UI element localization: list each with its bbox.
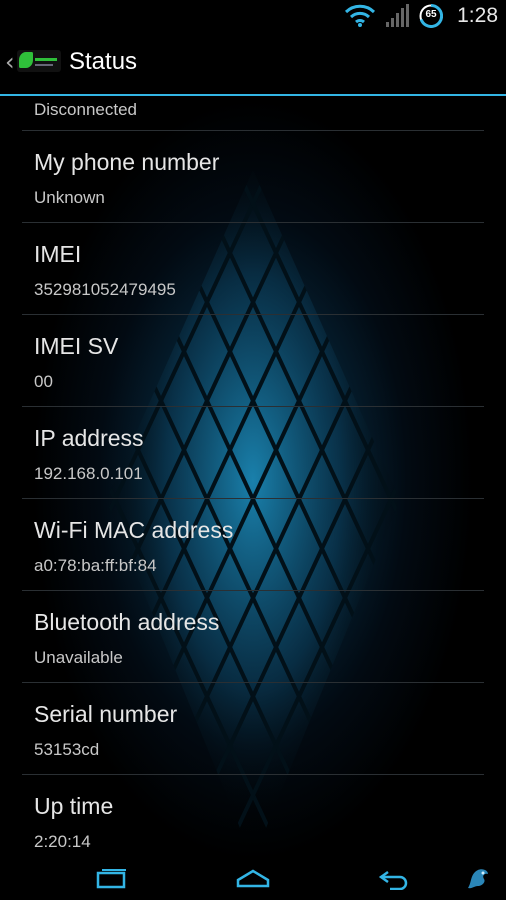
item-value: Unavailable [34, 648, 123, 667]
list-item-serial[interactable]: Serial number 53153cd [22, 683, 484, 775]
app-icon[interactable] [17, 50, 61, 72]
battery-level: 65 [425, 9, 437, 20]
list-item-wifi-mac[interactable]: Wi-Fi MAC address a0:78:ba:ff:bf:84 [22, 499, 484, 591]
back-icon[interactable] [378, 868, 410, 890]
status-list-container[interactable]: Disconnected My phone number Unknown IME… [0, 96, 506, 856]
home-icon[interactable] [236, 868, 270, 890]
status-list: Disconnected My phone number Unknown IME… [0, 96, 506, 856]
item-label: My phone number [34, 149, 220, 175]
battery-icon: 65 [419, 3, 444, 28]
list-item-phone-number[interactable]: My phone number Unknown [22, 131, 484, 223]
item-label: IP address [34, 425, 144, 451]
page-title: Status [69, 48, 138, 75]
clock: 1:28 [457, 4, 498, 27]
recent-apps-icon[interactable] [96, 868, 128, 890]
item-label: IMEI SV [34, 333, 119, 359]
status-bar: 65 1:28 [0, 0, 506, 32]
wifi-icon [344, 4, 376, 27]
list-item-imei-sv[interactable]: IMEI SV 00 [22, 315, 484, 407]
list-item-bluetooth[interactable]: Bluetooth address Unavailable [22, 591, 484, 683]
dragon-icon[interactable] [464, 864, 492, 892]
up-chevron-icon[interactable]: ‹ [5, 48, 15, 76]
list-item-connection[interactable]: Disconnected [22, 96, 484, 131]
navigation-bar [0, 856, 506, 900]
item-label: Wi-Fi MAC address [34, 517, 234, 543]
list-item-uptime[interactable]: Up time 2:20:14 [22, 775, 484, 856]
item-value: 2:20:14 [34, 832, 91, 851]
item-label: Up time [34, 793, 114, 819]
item-label: IMEI [34, 241, 82, 267]
signal-icon [386, 4, 409, 27]
item-value: 192.168.0.101 [34, 464, 143, 483]
item-value: Unknown [34, 188, 105, 207]
item-value: 53153cd [34, 740, 100, 759]
list-item-ip-address[interactable]: IP address 192.168.0.101 [22, 407, 484, 499]
item-value: 00 [34, 372, 53, 391]
list-item-imei[interactable]: IMEI 352981052479495 [22, 223, 484, 315]
action-bar: ‹ Status [0, 32, 506, 96]
item-value: Disconnected [34, 100, 138, 119]
item-label: Bluetooth address [34, 609, 220, 635]
item-value: a0:78:ba:ff:bf:84 [34, 556, 157, 575]
item-value: 352981052479495 [34, 280, 176, 299]
item-label: Serial number [34, 701, 178, 727]
